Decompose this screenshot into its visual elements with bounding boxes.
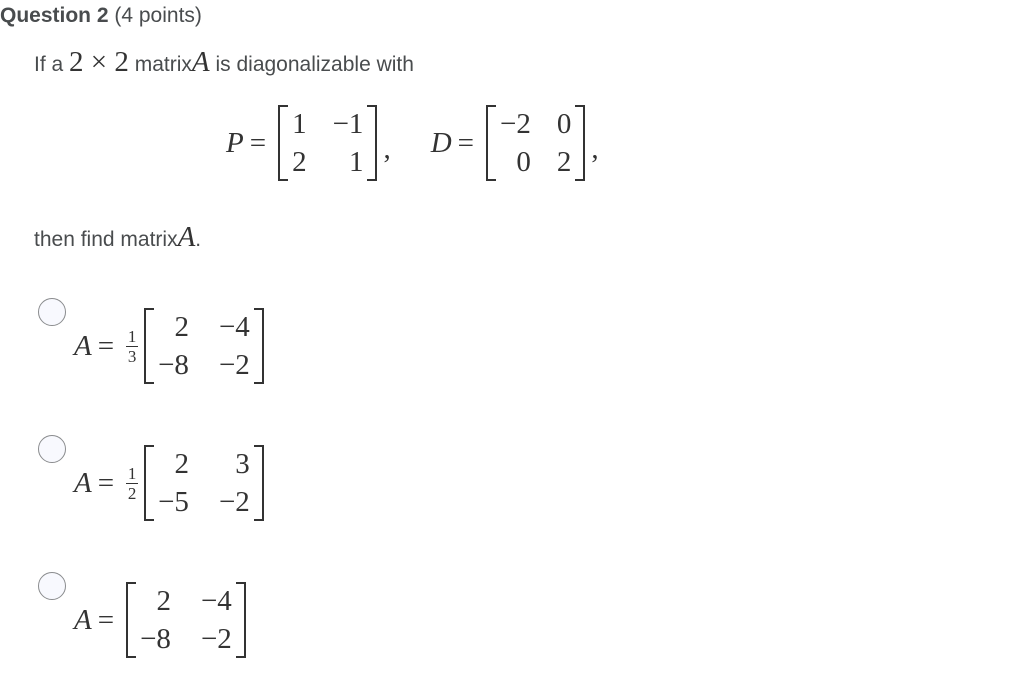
option-math: A = 1 2 2 3 −5 −2 — [74, 445, 264, 521]
right-bracket — [253, 308, 264, 384]
fraction-numerator: 1 — [127, 326, 137, 346]
left-bracket — [278, 105, 289, 181]
matrix-cell: −8 — [140, 623, 171, 655]
question-prompt: If a 2 × 2 matrixA is diagonalizable wit… — [34, 46, 414, 79]
separator-comma: , — [383, 132, 391, 165]
matrix-cell: 2 — [156, 585, 171, 617]
equals-sign: = — [457, 126, 474, 159]
question-points: (4 points) — [114, 4, 202, 27]
question-number: Question 2 — [0, 4, 109, 27]
matrix-cell: 2 — [556, 146, 572, 178]
fraction-numerator: 1 — [127, 463, 137, 483]
prompt-text-mid: matrix — [134, 53, 192, 76]
instruction-text: then find matrixA. — [34, 221, 201, 254]
left-bracket — [144, 308, 155, 384]
matrix-cell: 0 — [516, 146, 531, 178]
scalar-fraction: 1 2 — [126, 463, 139, 503]
equals-sign: = — [97, 466, 115, 499]
option-lhs: A — [74, 329, 92, 362]
matrix-cell: 2 — [174, 448, 189, 480]
radio-button[interactable] — [38, 298, 66, 326]
equals-sign: = — [97, 603, 115, 636]
equals-sign: = — [97, 329, 115, 362]
left-bracket — [486, 105, 496, 181]
matrix-cell: −5 — [158, 486, 189, 518]
given-matrices: P = 1 −1 2 1 , D = −2 0 0 2 , — [226, 105, 605, 181]
option-matrix: 2 −4 −8 −2 — [126, 582, 246, 658]
matrix-cell: −1 — [332, 108, 364, 140]
matrix-cell: −2 — [218, 486, 250, 518]
matrix-cell: −2 — [500, 108, 531, 140]
option-math: A = 1 3 2 −4 −8 −2 — [74, 308, 264, 384]
matrix-p: 1 −1 2 1 — [278, 105, 378, 181]
matrix-cell: 0 — [556, 108, 572, 140]
prompt-dims: 2 × 2 — [69, 46, 129, 78]
matrix-cell: 2 — [292, 146, 307, 178]
radio-button[interactable] — [38, 572, 66, 600]
question-header: Question 2 (4 points) — [0, 4, 202, 28]
left-bracket — [144, 445, 155, 521]
option-matrix: 2 −4 −8 −2 — [144, 308, 264, 384]
matrix-d-label: D — [430, 126, 452, 159]
option-matrix: 2 3 −5 −2 — [144, 445, 264, 521]
radio-button[interactable] — [38, 435, 66, 463]
matrix-cell: −4 — [200, 585, 232, 617]
instruction-label: then find matrix — [34, 228, 178, 251]
fraction-denominator: 3 — [127, 346, 137, 366]
matrix-d: −2 0 0 2 — [486, 105, 586, 181]
equals-sign: = — [249, 126, 267, 159]
instruction-period: . — [195, 228, 202, 251]
matrix-p-label: P — [226, 126, 244, 159]
prompt-text-post: is diagonalizable with — [215, 53, 414, 76]
right-bracket — [575, 105, 586, 181]
matrix-cell: −8 — [158, 349, 189, 381]
matrix-cell: 3 — [235, 448, 250, 480]
left-bracket — [126, 582, 137, 658]
matrix-cell: −2 — [218, 349, 250, 381]
scalar-fraction: 1 3 — [126, 326, 139, 366]
fraction-denominator: 2 — [127, 483, 137, 503]
end-comma: , — [591, 132, 599, 165]
right-bracket — [367, 105, 378, 181]
option-math: A = 2 −4 −8 −2 — [74, 582, 246, 658]
option-lhs: A — [74, 603, 92, 636]
matrix-cell: −2 — [200, 623, 232, 655]
prompt-text-pre: If a — [34, 53, 64, 76]
matrix-cell: 1 — [292, 108, 307, 140]
right-bracket — [235, 582, 246, 658]
option-lhs: A — [74, 466, 92, 499]
matrix-cell: 2 — [174, 311, 189, 343]
instruction-var: A — [177, 221, 196, 253]
prompt-var: A — [191, 46, 210, 78]
right-bracket — [253, 445, 264, 521]
matrix-cell: 1 — [348, 146, 364, 178]
matrix-cell: −4 — [218, 311, 250, 343]
